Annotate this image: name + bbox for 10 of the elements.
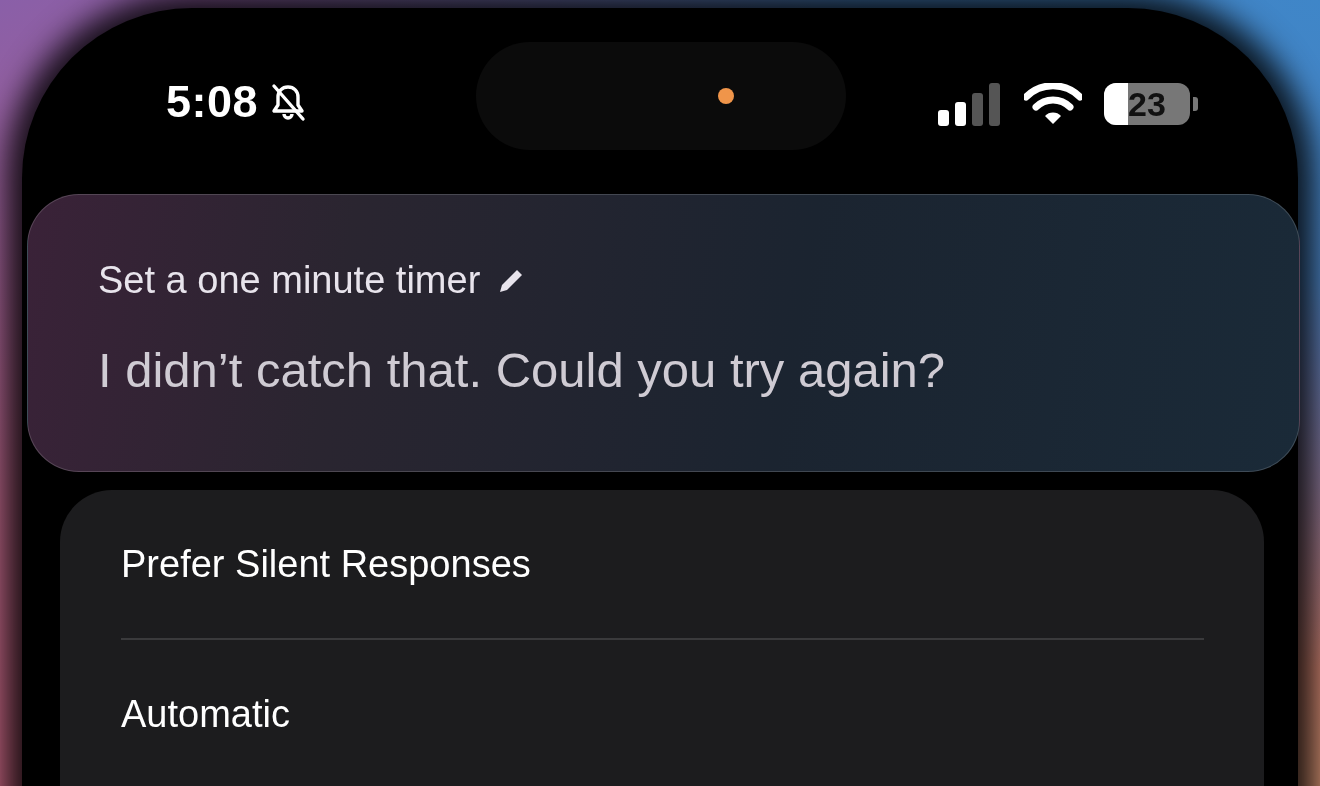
option-label[interactable]: Automatic xyxy=(121,692,290,736)
request-text[interactable]: Set a one minute timer xyxy=(98,259,481,302)
response-text: I didn’t catch that. Could you try again? xyxy=(98,342,947,398)
battery-percent: 23 xyxy=(1128,84,1166,124)
signal-icon xyxy=(938,82,1002,126)
wifi-icon xyxy=(1024,83,1082,125)
indicator-dot xyxy=(718,88,734,104)
option-label[interactable]: Prefer Silent Responses xyxy=(121,542,531,586)
status-time: 5:08 xyxy=(166,76,259,128)
battery-tip xyxy=(1193,97,1198,111)
